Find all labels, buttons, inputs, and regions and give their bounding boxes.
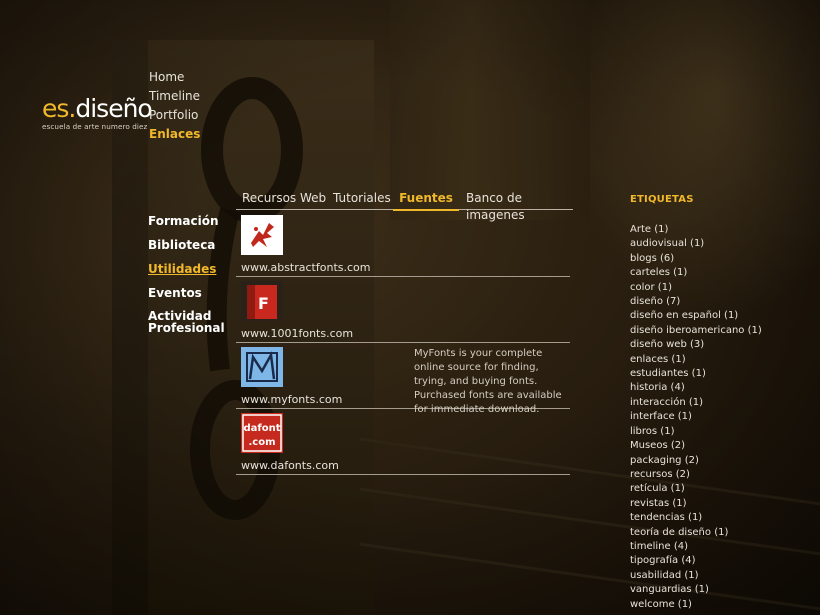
dafont-logo-icon[interactable]: dafont .com — [241, 413, 283, 453]
tag-link[interactable]: audiovisual (1) — [630, 237, 762, 251]
resource-tabs: Recursos Web Tutoriales Fuentes Banco de… — [236, 190, 573, 222]
list-item: www.myfonts.com MyFonts is your complete… — [236, 344, 570, 415]
tag-link[interactable]: historia (4) — [630, 381, 762, 395]
tag-link[interactable]: Museos (2) — [630, 439, 762, 453]
tag-link[interactable]: packaging (2) — [630, 454, 762, 468]
tag-link[interactable]: welcome (1) — [630, 598, 762, 612]
nav-timeline[interactable]: Timeline — [149, 89, 200, 108]
tag-link[interactable]: diseño en español (1) — [630, 309, 762, 323]
logo-name: diseño — [75, 94, 152, 123]
tab-recursos-web[interactable]: Recursos Web — [242, 190, 326, 209]
dafont-logo-text-bottom: .com — [248, 437, 275, 448]
tag-link[interactable]: carteles (1) — [630, 266, 762, 280]
link-dafonts[interactable]: www.dafonts.com — [241, 459, 339, 472]
tag-link[interactable]: recursos (2) — [630, 468, 762, 482]
link-1001fonts[interactable]: www.1001fonts.com — [241, 327, 353, 340]
logo-tagline: escuela de arte numero diez — [42, 122, 148, 131]
tag-link[interactable]: Arte (1) — [630, 223, 762, 237]
tag-link[interactable]: vanguardias (1) — [630, 583, 762, 597]
tag-link[interactable]: diseño iberoamericano (1) — [630, 324, 762, 338]
tag-link[interactable]: teoría de diseño (1) — [630, 526, 762, 540]
tag-link[interactable]: enlaces (1) — [630, 353, 762, 367]
side-nav: Formación Biblioteca Utilidades Eventos … — [148, 214, 225, 343]
tag-link[interactable]: libros (1) — [630, 425, 762, 439]
1001fonts-logo-icon[interactable]: F — [241, 281, 283, 321]
svg-text:F: F — [258, 294, 269, 313]
myfonts-description: MyFonts is your complete online source f… — [414, 348, 562, 415]
tag-link[interactable]: timeline (4) — [630, 540, 762, 554]
list-item: F www.1001fonts.com — [236, 278, 570, 343]
myfonts-logo-icon[interactable] — [241, 347, 283, 387]
tag-link[interactable]: retícula (1) — [630, 482, 762, 496]
tag-link[interactable]: estudiantes (1) — [630, 367, 762, 381]
list-item: www.abstractfonts.com — [236, 212, 570, 277]
link-abstractfonts[interactable]: www.abstractfonts.com — [241, 261, 370, 274]
side-nav-actividad-profesional[interactable]: Actividad Profesional — [148, 310, 225, 334]
tag-link[interactable]: tendencias (1) — [630, 511, 762, 525]
tags-title: ETIQUETAS — [630, 194, 694, 205]
tag-link[interactable]: diseño (7) — [630, 295, 762, 309]
tag-link[interactable]: color (1) — [630, 281, 762, 295]
dafont-logo-text-top: dafont — [243, 423, 280, 434]
tag-link[interactable]: interface (1) — [630, 410, 762, 424]
side-nav-biblioteca[interactable]: Biblioteca — [148, 238, 219, 253]
tag-link[interactable]: blogs (6) — [630, 252, 762, 266]
list-item: dafont .com www.dafonts.com — [236, 410, 570, 475]
link-myfonts[interactable]: www.myfonts.com — [241, 393, 342, 406]
tab-banco-de-imagenes[interactable]: Banco de imagenes — [466, 190, 573, 222]
tab-fuentes[interactable]: Fuentes — [393, 190, 459, 211]
tag-link[interactable]: usabilidad (1) — [630, 569, 762, 583]
nav-portfolio[interactable]: Portfolio — [149, 108, 200, 127]
side-nav-formacion[interactable]: Formación — [148, 214, 219, 229]
tab-tutoriales[interactable]: Tutoriales — [333, 190, 391, 209]
font-list: www.abstractfonts.com F www.1001fonts.co… — [236, 212, 570, 476]
nav-enlaces[interactable]: Enlaces — [149, 127, 200, 146]
site-logo[interactable]: es.diseño escuela de arte numero diez — [42, 94, 153, 131]
tag-link[interactable]: diseño web (3) — [630, 338, 762, 352]
tag-link[interactable]: tipografía (4) — [630, 554, 762, 568]
logo-prefix: es. — [42, 94, 76, 123]
tag-link[interactable]: interacción (1) — [630, 396, 762, 410]
tag-cloud: ETIQUETAS Arte (1) audiovisual (1) blogs… — [630, 194, 762, 612]
tag-link[interactable]: revistas (1) — [630, 497, 762, 511]
abstractfonts-logo-icon[interactable] — [241, 215, 283, 255]
nav-home[interactable]: Home — [149, 70, 200, 89]
side-nav-utilidades[interactable]: Utilidades — [148, 262, 219, 277]
top-nav: Home Timeline Portfolio Enlaces — [149, 70, 200, 146]
side-nav-eventos[interactable]: Eventos — [148, 286, 219, 301]
